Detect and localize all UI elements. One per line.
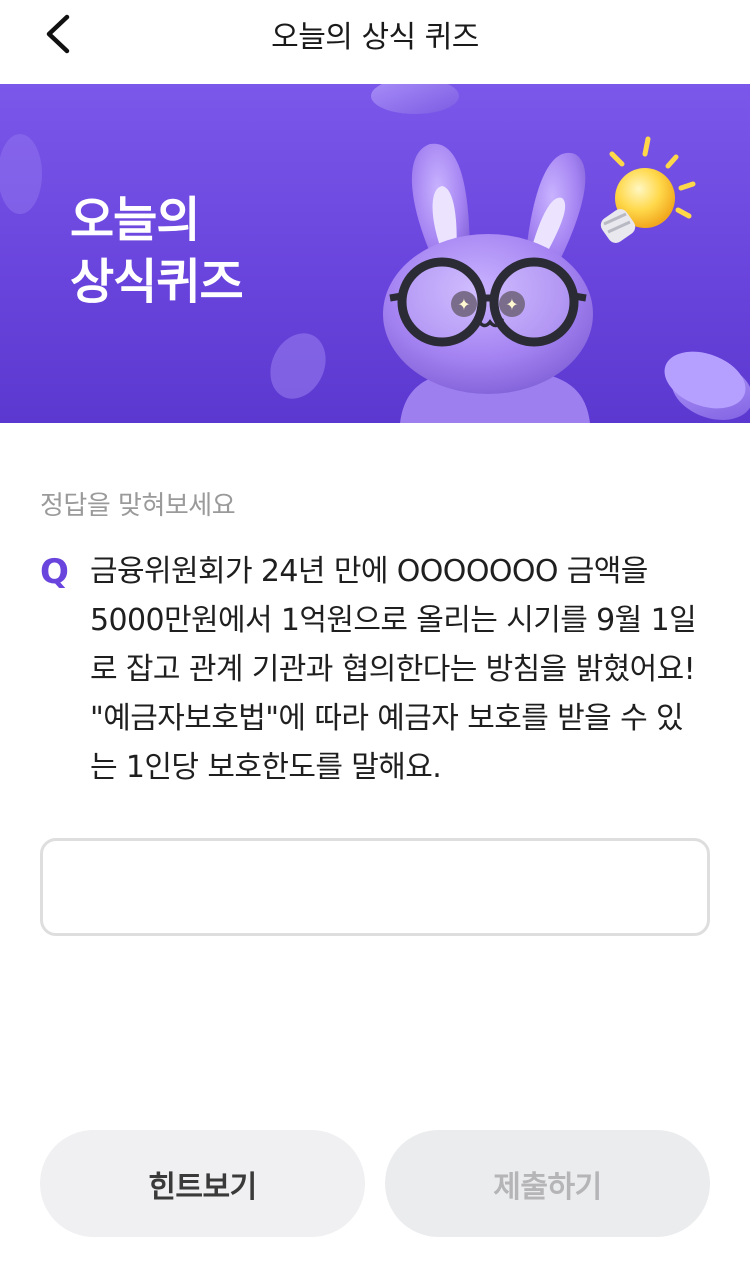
answer-input[interactable] xyxy=(40,838,710,936)
top-bar: 오늘의 상식 퀴즈 xyxy=(0,0,750,84)
banner-title: 오늘의 상식퀴즈 xyxy=(70,189,244,313)
coin-top xyxy=(371,84,459,114)
submit-button[interactable]: 제출하기 xyxy=(385,1130,710,1237)
coin-left xyxy=(0,134,42,214)
question-line: 는 1인당 보호한도를 말해요. xyxy=(90,750,442,785)
svg-text:✦: ✦ xyxy=(505,295,518,314)
instruction-text: 정답을 맞혀보세요 xyxy=(40,491,236,521)
page-title: 오늘의 상식 퀴즈 xyxy=(271,20,479,55)
coin-mid xyxy=(270,333,326,399)
svg-text:✦: ✦ xyxy=(457,295,470,314)
question-text: 금융위원회가 24년 만에 OOOOOOO 금액을 5000만원에서 1억원으로… xyxy=(90,547,710,792)
quiz-banner: ✦ ✦ 오늘의 상식퀴즈 xyxy=(0,84,750,423)
question-line: 로 잡고 관계 기관과 협의한다는 방침을 밝혔어요! xyxy=(90,652,696,687)
question-marker: Q xyxy=(40,552,69,592)
banner-title-line2: 상식퀴즈 xyxy=(70,254,244,310)
hint-button[interactable]: 힌트보기 xyxy=(40,1130,365,1237)
question-line: 금융위원회가 24년 만에 OOOOOOO 금액을 xyxy=(90,554,648,589)
lightbulb-icon xyxy=(600,136,696,243)
question-line: 5000만원에서 1억원으로 올리는 시기를 9월 1일 xyxy=(90,603,697,638)
banner-title-line1: 오늘의 xyxy=(70,192,200,248)
question-line: "예금자보호법"에 따라 예금자 보호를 받을 수 있 xyxy=(90,701,684,736)
